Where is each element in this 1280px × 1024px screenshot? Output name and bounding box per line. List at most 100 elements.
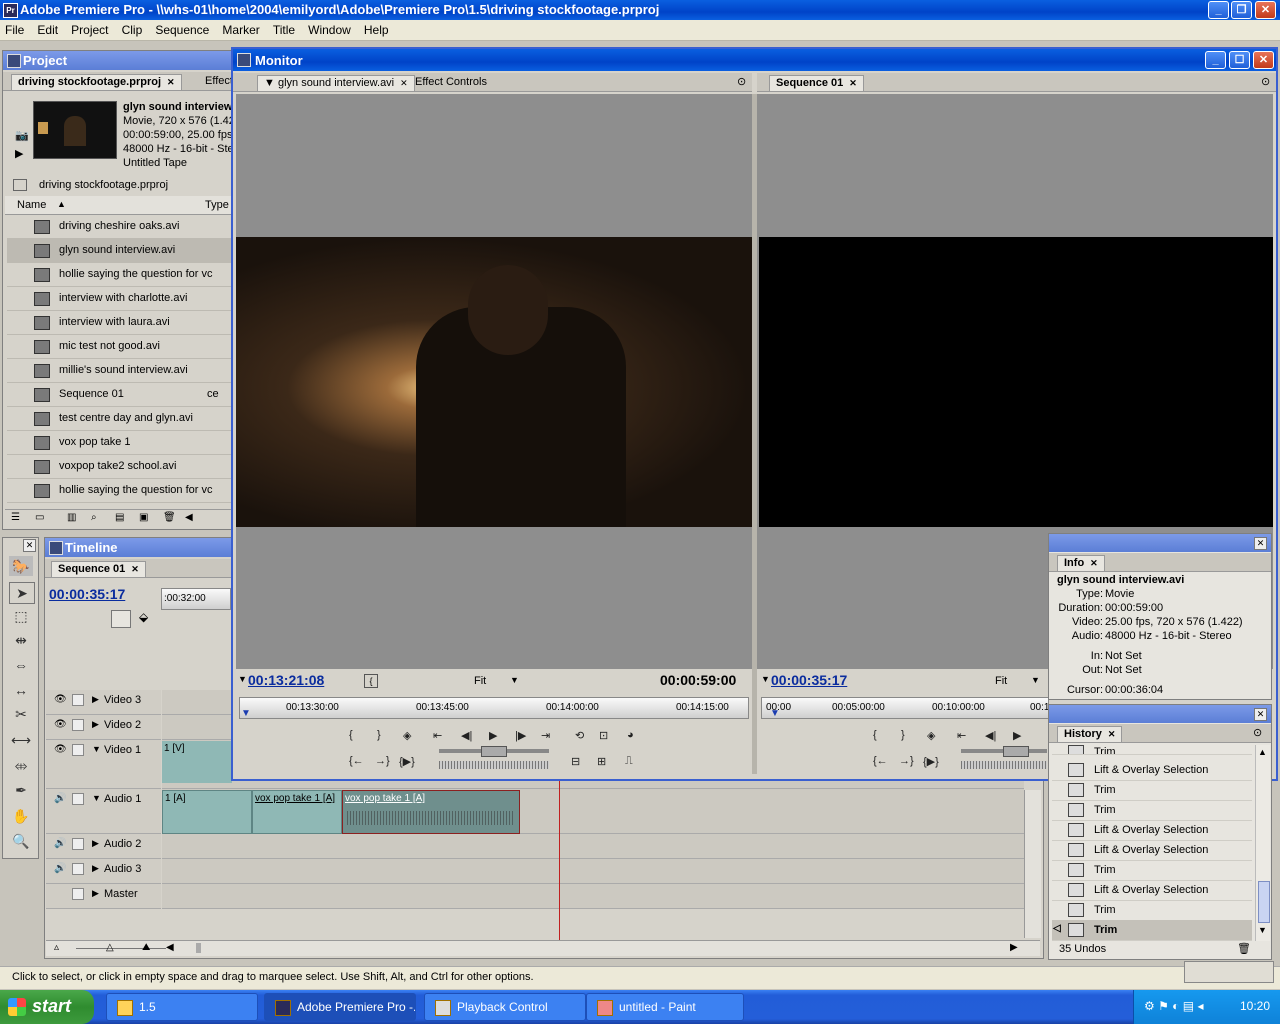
track-select-tool-icon[interactable]: 🐎 [9, 556, 33, 576]
track-area[interactable] [162, 884, 1024, 909]
close-tab-icon[interactable]: ✕ [131, 564, 139, 574]
pen-icon[interactable]: ✒ [9, 780, 33, 800]
play-preview-icon[interactable]: ▶ [15, 147, 23, 160]
monitor-close-button[interactable]: ✕ [1253, 51, 1274, 69]
history-item[interactable]: Lift & Overlay Selection [1052, 880, 1252, 901]
program-play-in-to-out-icon[interactable]: {▶} [923, 755, 939, 768]
program-menu-icon[interactable]: ⊙ [1261, 75, 1270, 88]
step-forward-icon[interactable]: |▶ [515, 729, 526, 742]
project-item[interactable]: interview with charlotte.avi [7, 287, 232, 311]
go-to-out-icon[interactable]: ⇥ [541, 729, 550, 742]
scroll-left-icon[interactable]: ◀ [185, 512, 193, 523]
close-tab-icon[interactable]: ✕ [400, 78, 408, 88]
track-area[interactable] [162, 834, 1024, 859]
project-item[interactable]: vox pop take 1 [7, 431, 232, 455]
tab-sequence-program[interactable]: Sequence 01 ✕ [769, 75, 864, 91]
lock-track-icon[interactable] [72, 793, 84, 805]
source-zoom[interactable]: Fit [474, 675, 486, 687]
close-button[interactable]: ✕ [1255, 1, 1276, 19]
lock-track-icon[interactable] [72, 863, 84, 875]
tab-source-clip[interactable]: ▼ glyn sound interview.avi ✕ [257, 75, 415, 92]
history-item[interactable]: Trim [1052, 900, 1252, 921]
tab-history[interactable]: History ✕ [1057, 726, 1123, 742]
history-item[interactable]: Trim [1052, 780, 1252, 801]
program-playhead-icon[interactable]: ▼ [770, 708, 780, 718]
folder-up-icon[interactable] [13, 179, 27, 191]
insert-icon[interactable]: ⊟ [571, 755, 580, 768]
scroll-down-icon[interactable]: ▼ [1258, 925, 1267, 935]
track-select-icon[interactable]: ⬚ [9, 606, 33, 626]
source-menu-icon[interactable]: ⊙ [737, 75, 746, 88]
trash-icon[interactable]: 🗑 [163, 512, 176, 523]
close-tab-icon[interactable]: ✕ [1108, 729, 1116, 739]
speaker-icon[interactable]: 🔊 [54, 863, 66, 874]
expand-track-icon[interactable]: ▶ [92, 719, 99, 730]
program-set-marker-icon[interactable]: ◈ [927, 729, 935, 742]
menu-help[interactable]: Help [359, 20, 394, 37]
track-header[interactable]: 🔊 ▶ Audio 2 [46, 834, 161, 859]
bin-icon[interactable]: ▤ [115, 512, 124, 523]
go-to-in-icon[interactable]: ⇤ [433, 729, 442, 742]
history-item[interactable]: Trim [1052, 860, 1252, 881]
audio-clip-1[interactable]: 1 [A] [162, 790, 252, 834]
tab-sequence-01[interactable]: Sequence 01 ✕ [51, 561, 146, 577]
overlay-icon[interactable]: ⊞ [597, 755, 606, 768]
next-marker-icon[interactable]: →} [375, 755, 390, 767]
scroll-up-icon[interactable]: ▲ [1258, 747, 1267, 757]
find-icon[interactable]: ⌕ [91, 512, 97, 523]
minimize-button[interactable]: _ [1208, 1, 1229, 19]
task-paint[interactable]: untitled - Paint [586, 993, 744, 1021]
play-in-to-out-icon[interactable]: {▶} [399, 755, 415, 768]
zoom-slider[interactable] [76, 948, 166, 949]
history-item[interactable]: Lift & Overlay Selection [1052, 840, 1252, 861]
program-mark-out-icon[interactable]: } [901, 729, 905, 741]
task-premiere[interactable]: Adobe Premiere Pro -... [264, 993, 416, 1021]
monitor-maximize-button[interactable]: ☐ [1229, 51, 1250, 69]
program-next-marker-icon[interactable]: →} [899, 755, 914, 767]
scroll-right-icon[interactable]: ▶ [1010, 942, 1018, 953]
take-audio-video-icon[interactable]: ⎍ [625, 755, 633, 768]
project-item[interactable]: interview with laura.avi [7, 311, 232, 335]
close-tab-icon[interactable]: ✕ [1090, 558, 1098, 568]
loop-icon[interactable]: ⟲ [575, 729, 584, 742]
project-item[interactable]: voxpop take2 school.avi [7, 455, 232, 479]
expand-track-icon[interactable]: ▶ [92, 863, 99, 874]
task-playback-control[interactable]: Playback Control [424, 993, 586, 1021]
menu-clip[interactable]: Clip [117, 20, 148, 37]
speaker-icon[interactable]: 🔊 [54, 793, 66, 804]
project-item[interactable]: driving cheshire oaks.avi [7, 215, 232, 239]
icon-view-icon[interactable]: ▭ [35, 512, 44, 523]
start-button[interactable]: start [0, 990, 94, 1024]
close-tab-icon[interactable]: ✕ [849, 78, 857, 88]
program-step-back-icon[interactable]: ◀| [985, 729, 996, 742]
expand-track-icon[interactable]: ▼ [92, 793, 101, 803]
eye-icon[interactable]: 👁 [54, 719, 67, 730]
delete-history-icon[interactable]: 🗑 [1237, 942, 1251, 955]
program-zoom[interactable]: Fit [995, 675, 1007, 687]
tray-icons[interactable]: ⚙ ⚑ ◐ ▤ ◂ [1144, 999, 1203, 1013]
menu-edit[interactable]: Edit [32, 20, 63, 37]
lock-track-icon[interactable] [72, 838, 84, 850]
audio-clip-3[interactable]: vox pop take 1 [A] [342, 790, 520, 834]
new-item-icon[interactable]: ▣ [139, 512, 148, 523]
project-item[interactable]: mic test not good.avi [7, 335, 232, 359]
program-jog-wheel[interactable] [961, 761, 1047, 769]
expand-track-icon[interactable]: ▶ [92, 888, 99, 899]
slip-icon[interactable]: ⟷ [9, 730, 33, 750]
horizontal-scroll-thumb[interactable] [196, 943, 201, 953]
zoom-icon[interactable]: 🔍 [9, 831, 33, 851]
track-area[interactable] [162, 859, 1024, 884]
program-timecode[interactable]: 00:00:35:17 [771, 672, 847, 688]
history-scroll-thumb[interactable] [1258, 881, 1270, 923]
timeline-ruler[interactable]: :00:32:00 [161, 588, 231, 610]
project-item[interactable]: Sequence 01 ce [7, 383, 232, 407]
tab-project[interactable]: driving stockfootage.prproj ✕ [11, 74, 182, 90]
zoom-out-icon[interactable]: ▵ [54, 942, 59, 953]
column-name[interactable]: Name [17, 199, 46, 211]
program-play-icon[interactable]: ▶ [1013, 729, 1021, 742]
menu-marker[interactable]: Marker [217, 20, 264, 37]
tab-info[interactable]: Info ✕ [1057, 555, 1105, 571]
history-menu-icon[interactable]: ⊙ [1253, 726, 1262, 739]
lock-track-icon[interactable] [72, 888, 84, 900]
track-header[interactable]: 👁 ▶ Video 3 [46, 690, 161, 715]
